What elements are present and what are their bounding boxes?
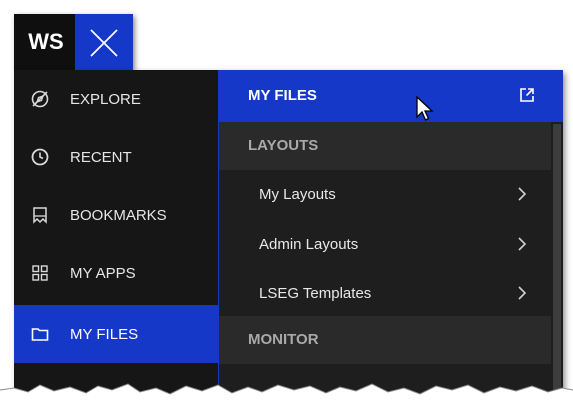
section-title: MONITOR — [248, 331, 319, 348]
sidebar-item-explore[interactable]: EXPLORE — [14, 70, 218, 128]
scrollbar-thumb[interactable] — [553, 124, 561, 408]
external-link-icon[interactable] — [519, 87, 535, 103]
list-item-label: Admin Layouts — [259, 236, 359, 253]
sidebar-item-my-files[interactable]: MY FILES — [14, 305, 218, 363]
chevron-right-icon — [518, 237, 527, 251]
list-item-my-layouts[interactable]: My Layouts — [219, 170, 551, 220]
compass-slash-icon — [30, 89, 50, 109]
sidebar-item-bookmarks[interactable]: BOOKMARKS — [14, 186, 218, 244]
sidebar-item-label: RECENT — [70, 148, 132, 166]
list-item-lseg-templates[interactable]: LSEG Templates — [219, 269, 551, 319]
bookmark-icon — [30, 205, 50, 225]
section-title: LAYOUTS — [248, 137, 319, 154]
sidebar-item-label: EXPLORE — [70, 90, 141, 108]
ws-logo[interactable]: WS — [14, 14, 78, 70]
section-header-layouts: LAYOUTS — [219, 122, 551, 170]
chevron-right-icon — [518, 286, 527, 300]
list-item-label: My Layouts — [259, 186, 336, 203]
flyout-header[interactable]: MY FILES — [219, 70, 563, 122]
chevron-right-icon — [518, 187, 527, 201]
sidebar: EXPLORE RECENT BOOKMARKS MY APPS MY FILE… — [14, 70, 218, 410]
my-files-flyout: MY FILES LAYOUTS My Layouts Admin Layout… — [218, 70, 563, 410]
section-header-monitor: MONITOR — [219, 316, 551, 364]
folder-icon — [30, 324, 50, 344]
torn-edge-decoration — [0, 383, 573, 410]
mouse-cursor-icon — [416, 95, 434, 121]
close-icon — [90, 29, 118, 57]
grid-icon — [30, 263, 50, 283]
sidebar-item-label: MY APPS — [70, 264, 136, 282]
sidebar-item-label: BOOKMARKS — [70, 206, 167, 224]
clock-icon — [30, 147, 50, 167]
menu-panel: EXPLORE RECENT BOOKMARKS MY APPS MY FILE… — [14, 70, 563, 410]
list-item-admin-layouts[interactable]: Admin Layouts — [219, 220, 551, 270]
list-item-label: LSEG Templates — [259, 285, 372, 302]
sidebar-item-label: MY FILES — [70, 325, 139, 343]
sidebar-item-my-apps[interactable]: MY APPS — [14, 244, 218, 302]
close-menu-button[interactable] — [75, 14, 133, 72]
flyout-title: MY FILES — [248, 87, 317, 104]
sidebar-item-recent[interactable]: RECENT — [14, 128, 218, 186]
